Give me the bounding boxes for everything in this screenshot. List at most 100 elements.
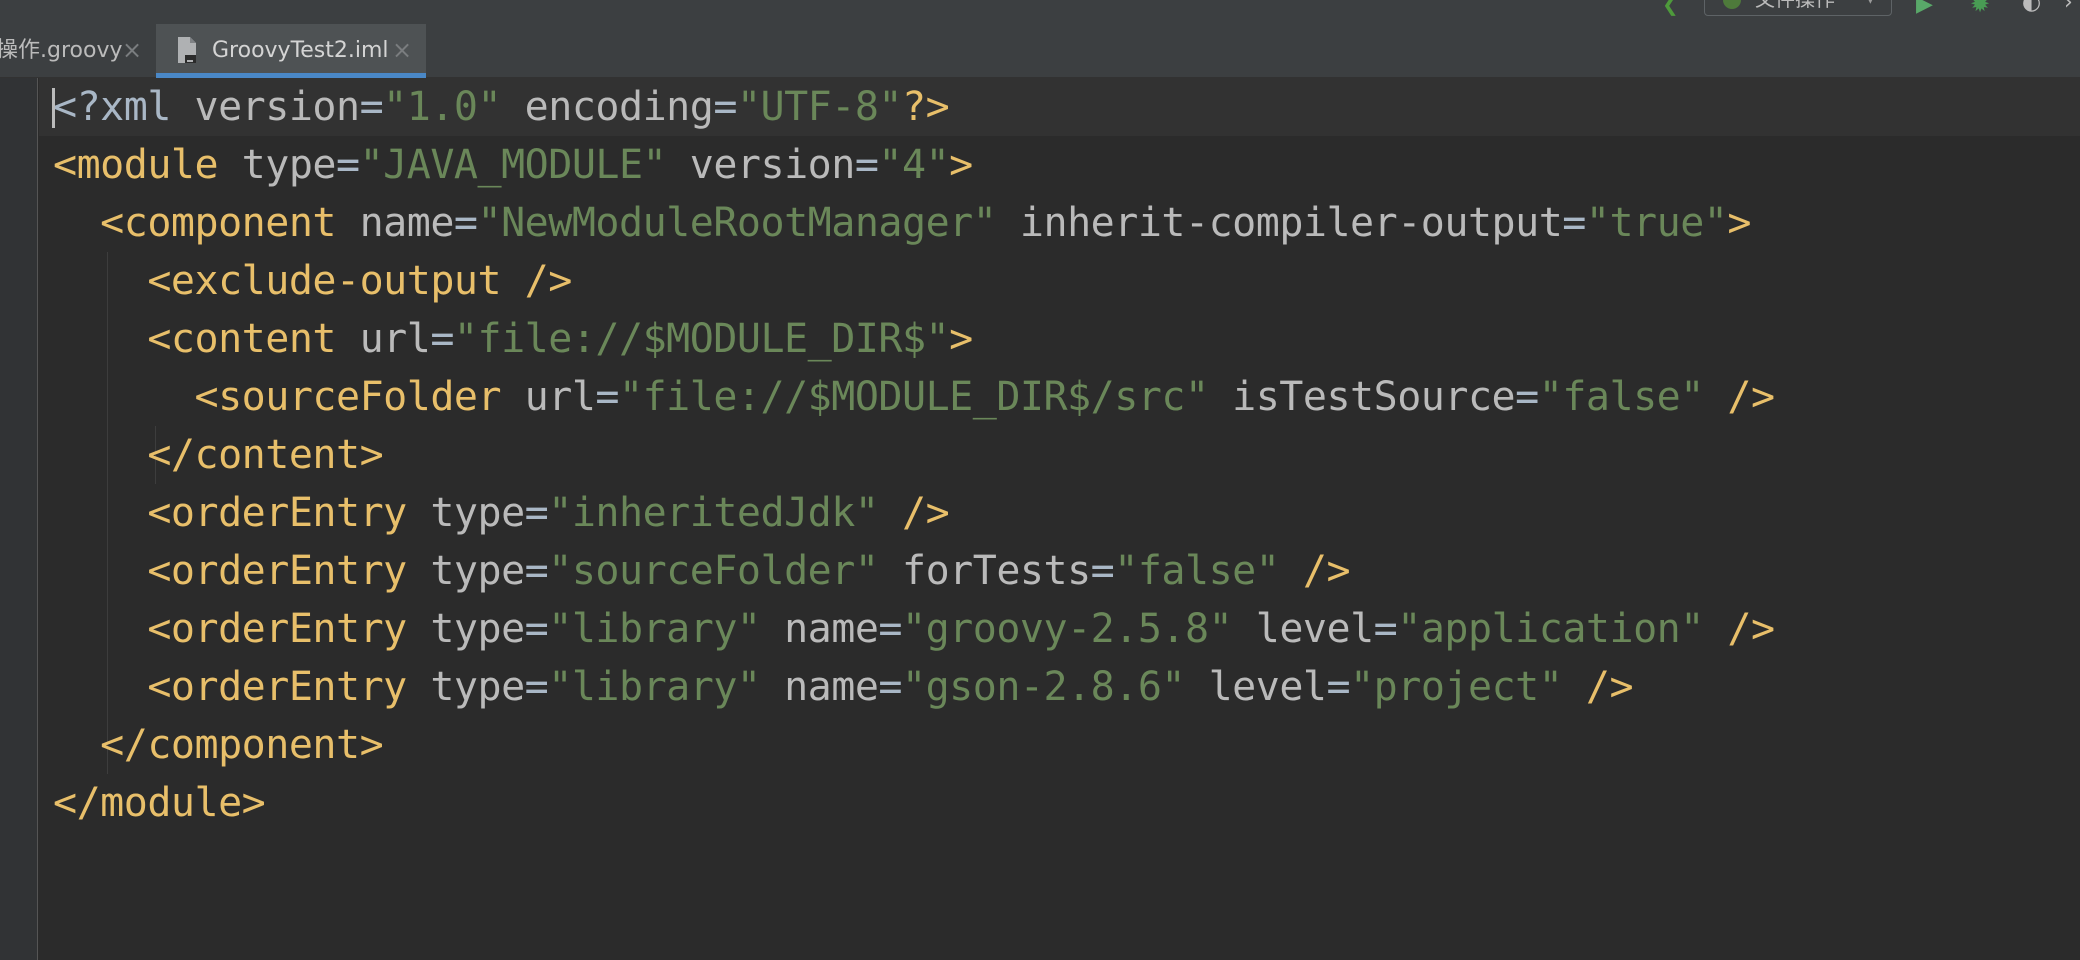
value-token: "application" <box>1397 606 1704 652</box>
attribute-token: type <box>406 490 525 536</box>
tag-token: /> <box>501 258 573 304</box>
code-line[interactable]: <?xml version="1.0" encoding="UTF-8"?> <box>53 78 950 136</box>
attribute-token: type <box>406 606 525 652</box>
tag-token: <exclude-output <box>147 258 502 304</box>
groovy-config-icon <box>1723 0 1741 9</box>
value-token: "project" <box>1350 664 1563 710</box>
indent-token <box>53 316 147 362</box>
code-line[interactable]: <orderEntry type="sourceFolder" forTests… <box>53 542 1350 600</box>
indent-token <box>53 548 147 594</box>
indent-token <box>53 490 147 536</box>
code-line[interactable]: <component name="NewModuleRootManager" i… <box>53 194 1751 252</box>
indent-token <box>53 258 147 304</box>
value-token: "1.0" <box>383 84 502 130</box>
attribute-token: isTestSource <box>1208 374 1516 420</box>
code-line[interactable]: <exclude-output /> <box>53 252 572 310</box>
value-token: "false" <box>1538 374 1705 420</box>
tag-token: <orderEntry <box>147 490 407 536</box>
tag-token: /> <box>1562 664 1634 710</box>
tag-token: <module <box>53 142 219 188</box>
more-icon[interactable]: › <box>2064 0 2073 14</box>
value-token: "library" <box>548 664 761 710</box>
back-arrow-icon[interactable]: ❮ <box>1662 0 1679 14</box>
equals-token: = <box>524 490 549 536</box>
attribute-token: inherit-compiler-output <box>996 200 1563 246</box>
coverage-icon[interactable]: ◐ <box>2022 0 2041 14</box>
equals-token: = <box>524 606 549 652</box>
code-line[interactable]: <orderEntry type="inheritedJdk" /> <box>53 484 949 542</box>
debug-icon[interactable]: ✹ <box>1970 0 1990 16</box>
tag-token: > <box>949 316 973 362</box>
equals-token: = <box>878 664 903 710</box>
tab-iml-file[interactable]: GroovyTest2.iml × <box>156 24 426 78</box>
equals-token: = <box>854 142 879 188</box>
value-token: "4" <box>878 142 950 188</box>
attribute-token: name <box>760 606 879 652</box>
editor-gutter[interactable] <box>0 78 38 960</box>
tab-label: 操作.groovy <box>0 38 123 63</box>
run-icon[interactable]: ▶ <box>1916 0 1933 16</box>
equals-token: = <box>430 316 454 362</box>
value-token: "true" <box>1585 200 1728 246</box>
value-token: "library" <box>548 606 761 652</box>
chevron-down-icon: ▼ <box>1865 0 1876 5</box>
code-line[interactable]: <orderEntry type="library" name="groovy-… <box>53 600 1775 658</box>
run-configuration-label: 文件操作 <box>1755 0 1835 9</box>
indent-token <box>53 374 195 420</box>
code-line[interactable]: </content> <box>53 426 383 484</box>
tag-token: /> <box>1703 374 1775 420</box>
attribute-token: version <box>666 142 856 188</box>
tag-token: </content> <box>147 432 384 478</box>
iml-file-icon <box>178 37 196 63</box>
indent-token <box>53 432 147 478</box>
attribute-token: url <box>335 316 431 362</box>
tab-label: GroovyTest2.iml <box>212 38 389 63</box>
attribute-token: type <box>406 664 525 710</box>
code-line[interactable]: <content url="file://$MODULE_DIR$"> <box>53 310 973 368</box>
equals-token: = <box>1090 548 1115 594</box>
value-token: "UTF-8" <box>736 84 903 130</box>
value-token: "inheritedJdk" <box>548 490 879 536</box>
code-line[interactable]: <orderEntry type="library" name="gson-2.… <box>53 658 1633 716</box>
attribute-token: name <box>760 664 879 710</box>
close-icon[interactable]: × <box>122 38 142 62</box>
tab-groovy-file[interactable]: 操作.groovy × <box>0 24 154 78</box>
equals-token: = <box>1326 664 1351 710</box>
value-token: "sourceFolder" <box>548 548 879 594</box>
attribute-token: type <box>406 548 525 594</box>
code-line[interactable]: <module type="JAVA_MODULE" version="4"> <box>53 136 973 194</box>
tag-token: <sourceFolder <box>194 374 502 420</box>
main-toolbar: ❮ 文件操作 ▼ ▶ ✹ ◐ › <box>0 0 2080 24</box>
value-token: "groovy-2.5.8" <box>902 606 1233 652</box>
value-token: "gson-2.8.6" <box>902 664 1185 710</box>
code-line[interactable]: </component> <box>53 716 383 774</box>
code-editor[interactable]: <?xml version="1.0" encoding="UTF-8"?> <m… <box>0 78 2080 960</box>
attribute-token: name <box>336 200 455 246</box>
attribute-token: url <box>501 374 596 420</box>
close-icon[interactable]: × <box>392 38 412 62</box>
attribute-token: level <box>1185 664 1327 710</box>
equals-token: = <box>1373 606 1398 652</box>
equals-token: = <box>1515 374 1539 420</box>
equals-token: = <box>524 548 549 594</box>
tag-token: /> <box>1279 548 1351 594</box>
tag-token: <orderEntry <box>147 664 407 710</box>
value-token: "false" <box>1114 548 1280 594</box>
equals-token: = <box>524 664 549 710</box>
attribute-token: version <box>170 84 361 130</box>
equals-token: = <box>453 200 478 246</box>
tag-token: <orderEntry <box>147 548 407 594</box>
ide-window: ❮ 文件操作 ▼ ▶ ✹ ◐ › 操作.groovy × GroovyTest2… <box>0 0 2080 960</box>
code-line[interactable]: </module> <box>53 774 266 832</box>
editor-tab-bar: 操作.groovy × GroovyTest2.iml × <box>0 24 2080 78</box>
tag-token: > <box>949 142 973 188</box>
equals-token: = <box>359 84 384 130</box>
equals-token: = <box>1562 200 1586 246</box>
code-line[interactable]: <sourceFolder url="file://$MODULE_DIR$/s… <box>53 368 1776 426</box>
run-configuration-selector[interactable]: 文件操作 ▼ <box>1704 0 1892 16</box>
attribute-token: type <box>218 142 337 188</box>
text-caret <box>52 88 55 128</box>
indent-token <box>53 664 147 710</box>
tag-token: <content <box>147 316 336 362</box>
indent-token <box>53 606 147 652</box>
